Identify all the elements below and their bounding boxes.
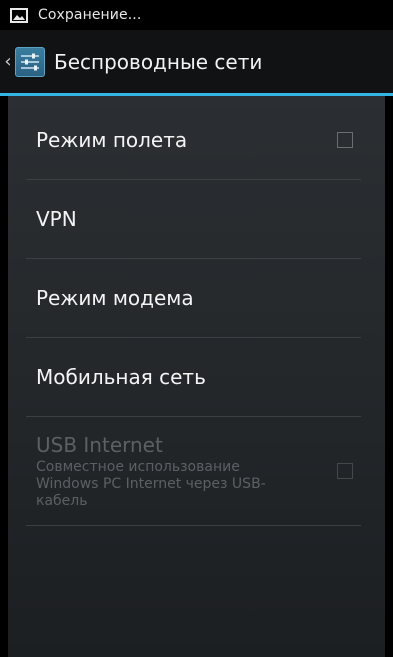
usb-internet-checkbox <box>337 463 353 479</box>
pref-airplane-mode[interactable]: Режим полета <box>26 101 361 180</box>
pref-vpn[interactable]: VPN <box>26 180 361 259</box>
pref-mobile-network[interactable]: Мобильная сеть <box>26 338 361 417</box>
picture-icon <box>10 7 28 23</box>
status-bar: Сохранение... <box>0 0 393 30</box>
pref-title: VPN <box>36 207 77 231</box>
screen: Сохранение... ‹ Беспроводные сети Режим … <box>0 0 393 657</box>
pref-usb-internet: USB Internet Совместное использование Wi… <box>26 417 361 526</box>
preferences-panel: Режим полета VPN Режим модема Мобильная … <box>8 96 385 657</box>
settings-sliders-icon[interactable] <box>15 46 45 77</box>
pref-summary: Совместное использование Windows PC Inte… <box>36 458 266 509</box>
airplane-mode-checkbox[interactable] <box>337 132 353 148</box>
pref-title: USB Internet <box>36 432 163 457</box>
chevron-left-icon[interactable]: ‹ <box>3 29 13 95</box>
pref-title: Режим полета <box>36 128 188 152</box>
status-text: Сохранение... <box>38 7 142 23</box>
page-title: Беспроводные сети <box>54 49 263 74</box>
pref-tethering[interactable]: Режим модема <box>26 259 361 338</box>
pref-title: Режим модема <box>36 286 194 310</box>
preference-list: Режим полета VPN Режим модема Мобильная … <box>8 101 385 526</box>
action-bar: ‹ Беспроводные сети <box>0 30 393 96</box>
pref-title: Мобильная сеть <box>36 365 206 389</box>
